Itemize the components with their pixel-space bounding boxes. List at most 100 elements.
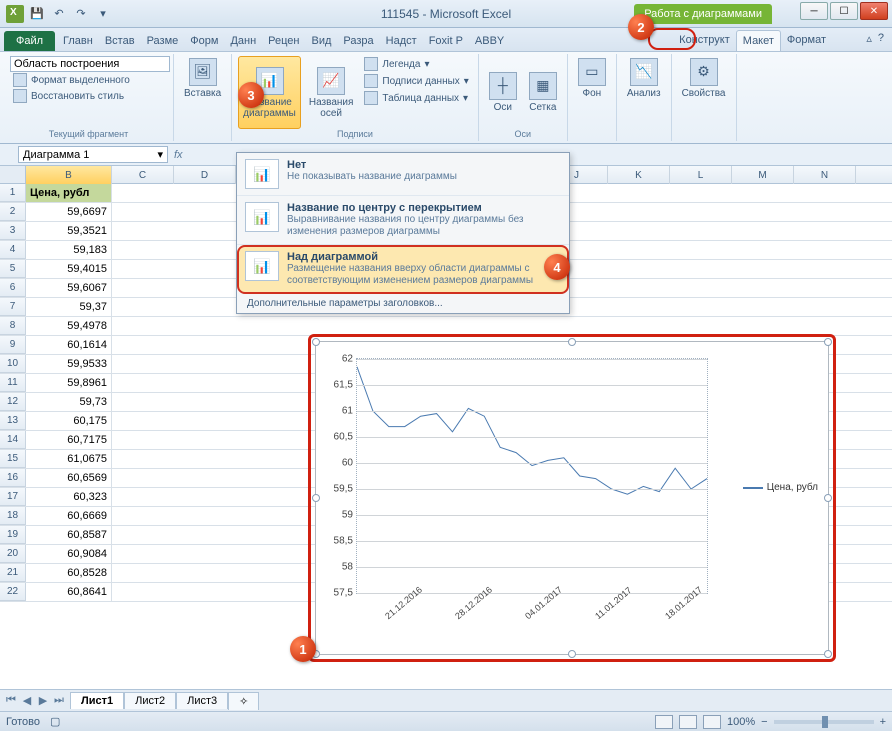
- chart-area[interactable]: 6261,56160,56059,55958,55857,521.12.2016…: [315, 341, 829, 655]
- chart-element-selector[interactable]: [10, 56, 170, 72]
- namebox-dropdown-icon[interactable]: ▾: [157, 148, 163, 161]
- name-box[interactable]: Диаграмма 1▾: [18, 146, 168, 163]
- cell-B16[interactable]: 60,6569: [26, 469, 112, 487]
- help-icon[interactable]: ?: [878, 32, 884, 45]
- sheet-nav-prev[interactable]: ◀: [20, 694, 34, 707]
- row-header[interactable]: 18: [0, 507, 26, 525]
- cell-B10[interactable]: 59,9533: [26, 355, 112, 373]
- cell-B18[interactable]: 60,6669: [26, 507, 112, 525]
- col-header-N[interactable]: N: [794, 166, 856, 184]
- cell-B21[interactable]: 60,8528: [26, 564, 112, 582]
- row-header[interactable]: 12: [0, 393, 26, 411]
- fx-icon[interactable]: fx: [174, 149, 183, 161]
- resize-handle-w[interactable]: [312, 494, 320, 502]
- col-header-K[interactable]: K: [608, 166, 670, 184]
- sheet-nav-last[interactable]: ⏭: [52, 694, 66, 707]
- row-header[interactable]: 6: [0, 279, 26, 297]
- cell-B20[interactable]: 60,9084: [26, 545, 112, 563]
- sheet-tab-1[interactable]: Лист1: [70, 692, 124, 709]
- resize-handle-s[interactable]: [568, 650, 576, 658]
- macro-record-icon[interactable]: ▢: [50, 715, 60, 728]
- cell-B8[interactable]: 59,4978: [26, 317, 112, 335]
- row-header[interactable]: 2: [0, 203, 26, 221]
- tab-formulas[interactable]: Форм: [184, 31, 224, 51]
- resize-handle-e[interactable]: [824, 494, 832, 502]
- col-header-C[interactable]: C: [112, 166, 174, 184]
- cell-B19[interactable]: 60,8587: [26, 526, 112, 544]
- cell-B5[interactable]: 59,4015: [26, 260, 112, 278]
- tab-chart-format[interactable]: Формат: [781, 30, 832, 51]
- row-header[interactable]: 17: [0, 488, 26, 506]
- cell-B13[interactable]: 60,175: [26, 412, 112, 430]
- col-header-L[interactable]: L: [670, 166, 732, 184]
- row-header[interactable]: 10: [0, 355, 26, 373]
- dd-option-above[interactable]: 📊 Над диаграммойРазмещение названия ввер…: [237, 245, 569, 294]
- background-button[interactable]: ▭Фон: [574, 56, 610, 101]
- sheet-nav-next[interactable]: ▶: [36, 694, 50, 707]
- tab-developer[interactable]: Разра: [337, 31, 379, 51]
- tab-home[interactable]: Главн: [57, 31, 99, 51]
- insert-button[interactable]: 🖼Вставка: [180, 56, 225, 101]
- zoom-slider[interactable]: [774, 720, 874, 724]
- analysis-button[interactable]: 📉Анализ: [623, 56, 665, 101]
- format-selection-button[interactable]: Формат выделенного: [10, 72, 167, 88]
- file-tab[interactable]: Файл: [4, 31, 55, 51]
- axis-titles-button[interactable]: 📈Названия осей: [305, 56, 358, 129]
- tab-addins[interactable]: Надст: [380, 31, 423, 51]
- cell-B11[interactable]: 59,8961: [26, 374, 112, 392]
- sheet-tab-2[interactable]: Лист2: [124, 692, 176, 709]
- row-header[interactable]: 11: [0, 374, 26, 392]
- tab-insert[interactable]: Встав: [99, 31, 141, 51]
- dd-more-options[interactable]: Дополнительные параметры заголовков...: [237, 294, 569, 313]
- resize-handle-nw[interactable]: [312, 338, 320, 346]
- reset-style-button[interactable]: Восстановить стиль: [10, 88, 167, 104]
- resize-handle-n[interactable]: [568, 338, 576, 346]
- new-sheet-button[interactable]: ✧: [228, 692, 259, 710]
- tab-review[interactable]: Рецен: [262, 31, 305, 51]
- save-button[interactable]: 💾: [28, 5, 46, 23]
- resize-handle-ne[interactable]: [824, 338, 832, 346]
- data-table-button[interactable]: Таблица данных ▾: [361, 90, 471, 106]
- gridlines-button[interactable]: ▦Сетка: [525, 56, 561, 129]
- minimize-button[interactable]: ─: [800, 2, 828, 20]
- maximize-button[interactable]: ☐: [830, 2, 858, 20]
- zoom-in-button[interactable]: +: [880, 716, 886, 728]
- cell-B6[interactable]: 59,6067: [26, 279, 112, 297]
- row-header[interactable]: 8: [0, 317, 26, 335]
- sheet-nav-first[interactable]: ⏮: [4, 694, 18, 707]
- chart-legend[interactable]: Цена, рубл: [743, 482, 818, 493]
- tab-view[interactable]: Вид: [306, 31, 338, 51]
- legend-button[interactable]: Легенда ▾: [361, 56, 471, 72]
- tab-pagelayout[interactable]: Разме: [141, 31, 185, 51]
- cell-B17[interactable]: 60,323: [26, 488, 112, 506]
- row-header[interactable]: 19: [0, 526, 26, 544]
- zoom-out-button[interactable]: −: [761, 716, 767, 728]
- cell-B15[interactable]: 61,0675: [26, 450, 112, 468]
- cell-B14[interactable]: 60,7175: [26, 431, 112, 449]
- col-header-M[interactable]: M: [732, 166, 794, 184]
- cell-B4[interactable]: 59,183: [26, 241, 112, 259]
- row-header[interactable]: 22: [0, 583, 26, 601]
- plot-area[interactable]: 6261,56160,56059,55958,55857,521.12.2016…: [356, 358, 708, 594]
- row-header[interactable]: 16: [0, 469, 26, 487]
- row-header[interactable]: 7: [0, 298, 26, 316]
- undo-button[interactable]: ↶: [50, 5, 68, 23]
- properties-button[interactable]: ⚙Свойства: [678, 56, 730, 101]
- cell-B9[interactable]: 60,1614: [26, 336, 112, 354]
- resize-handle-se[interactable]: [824, 650, 832, 658]
- zoom-thumb[interactable]: [822, 716, 828, 728]
- sheet-tab-3[interactable]: Лист3: [176, 692, 228, 709]
- close-button[interactable]: ✕: [860, 2, 888, 20]
- row-header[interactable]: 3: [0, 222, 26, 240]
- zoom-level[interactable]: 100%: [727, 716, 755, 728]
- minimize-ribbon-icon[interactable]: ▵: [866, 32, 872, 45]
- view-pagelayout-button[interactable]: [679, 715, 697, 729]
- tab-foxit[interactable]: Foxit P: [423, 31, 469, 51]
- view-pagebreak-button[interactable]: [703, 715, 721, 729]
- row-header[interactable]: 15: [0, 450, 26, 468]
- row-header[interactable]: 13: [0, 412, 26, 430]
- row-header[interactable]: 14: [0, 431, 26, 449]
- tab-abbyy[interactable]: ABBY: [469, 31, 510, 51]
- dd-option-overlay[interactable]: 📊 Название по центру с перекрытиемВыравн…: [237, 196, 569, 245]
- row-header[interactable]: 21: [0, 564, 26, 582]
